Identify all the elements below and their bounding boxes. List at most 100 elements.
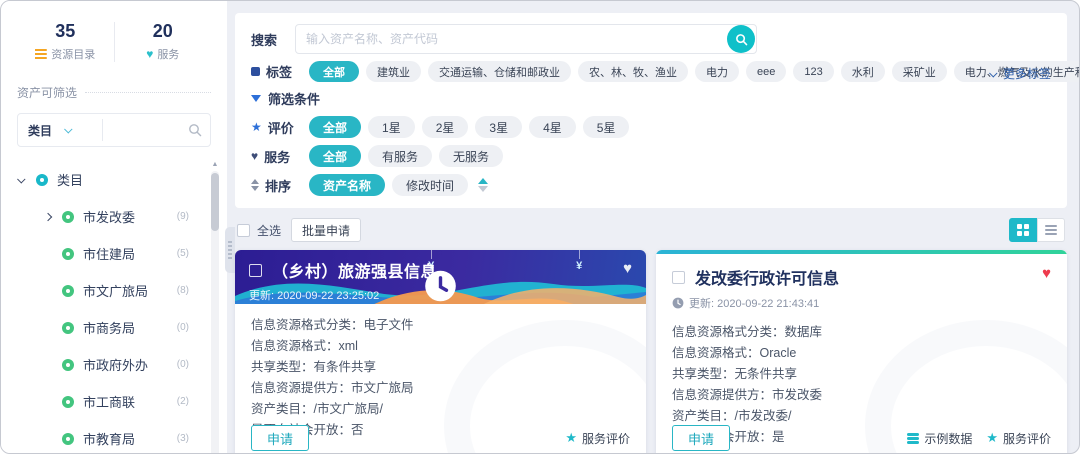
- tree-item[interactable]: 市商务局 (0): [17, 309, 211, 346]
- clock-icon: [672, 297, 684, 309]
- tag-pill[interactable]: 农、林、牧、渔业: [578, 61, 688, 82]
- node-count: (0): [176, 359, 189, 370]
- batch-apply-button[interactable]: 批量申请: [291, 218, 362, 242]
- card-banner: ¥ ¥ ♥ （乡村）旅游强县信息 更新: 2020-09-22 23:25:02: [235, 250, 646, 304]
- chevron-down-icon: [64, 125, 73, 134]
- category-search-input[interactable]: [103, 114, 188, 146]
- select-all-label[interactable]: 全选: [257, 222, 281, 239]
- category-dropdown[interactable]: 类目: [18, 122, 102, 139]
- node-count: (8): [176, 285, 189, 296]
- tree-item[interactable]: 市发改委 (9): [17, 198, 211, 235]
- stat-resource-catalog: 35 资源目录: [17, 21, 114, 62]
- rating-pill[interactable]: 1星: [368, 116, 415, 138]
- tree-item[interactable]: 市教育局 (3): [17, 420, 211, 453]
- expand-chevron-icon[interactable]: [43, 212, 53, 221]
- sort-pill[interactable]: 修改时间: [392, 174, 469, 196]
- grid-view-button[interactable]: [1009, 218, 1037, 242]
- database-icon: [907, 432, 920, 444]
- node-count: (0): [176, 322, 189, 333]
- grid-icon: [1017, 224, 1029, 236]
- apply-button[interactable]: 申请: [672, 425, 731, 451]
- asset-search-input[interactable]: [295, 24, 757, 54]
- node-icon: [62, 321, 74, 334]
- asset-card: 发改委行政许可信息 ♥ 更新: 2020-09-22 21:43:41 信息资源…: [656, 250, 1067, 453]
- service-pill[interactable]: 无服务: [439, 145, 504, 167]
- tag-pill[interactable]: 建筑业: [366, 61, 421, 82]
- sample-data-link[interactable]: 示例数据: [907, 430, 972, 447]
- sidebar-collapse-handle[interactable]: [225, 227, 235, 273]
- favorite-heart-icon[interactable]: ♥: [1042, 265, 1051, 282]
- tree-root-label: 类目: [57, 173, 84, 188]
- tree-item[interactable]: 市文广旅局 (8): [17, 272, 211, 309]
- search-icon: [735, 33, 747, 45]
- stats-bar: 35 资源目录 20 ♥ 服务: [17, 17, 211, 74]
- rating-label: 评价: [267, 120, 294, 136]
- tag-pill[interactable]: 水利: [840, 61, 885, 82]
- search-icon[interactable]: [188, 123, 202, 137]
- conditions-title: 筛选条件: [251, 89, 1051, 108]
- catalog-list-icon: [35, 47, 48, 61]
- sort-label: 排序: [265, 178, 292, 194]
- tree-root-category[interactable]: 类目: [17, 161, 211, 198]
- node-count: (9): [176, 211, 189, 222]
- service-pill[interactable]: 有服务: [368, 145, 433, 167]
- service-rating-link[interactable]: ★ 服务评价: [565, 430, 630, 447]
- service-count: 20: [152, 21, 173, 41]
- tag-pill[interactable]: 123: [793, 61, 834, 82]
- app-window: 35 资源目录 20 ♥ 服务 资产可筛选 类目 类目 市发改委 (9) 市住建…: [0, 0, 1080, 454]
- tag-pill[interactable]: eee: [746, 61, 787, 82]
- search-row: 搜索: [251, 24, 1051, 54]
- root-node-icon: [36, 173, 48, 186]
- card-body: 信息资源格式分类：电子文件 信息资源格式：xml 共享类型：有条件共享 信息资源…: [235, 304, 646, 441]
- sort-pill[interactable]: 资产名称: [309, 174, 386, 196]
- card-checkbox[interactable]: [672, 270, 685, 284]
- chevron-down-icon: [989, 68, 998, 78]
- collapse-chevron-icon[interactable]: [17, 174, 26, 184]
- select-all-checkbox[interactable]: [237, 223, 250, 237]
- catalog-label: 资源目录: [51, 49, 96, 61]
- rating-pill[interactable]: 全部: [309, 116, 362, 138]
- scrollbar-thumb[interactable]: [211, 173, 219, 231]
- category-filter-box: 类目: [17, 113, 211, 147]
- tag-pill[interactable]: 电力: [695, 61, 739, 82]
- service-label: 服务: [157, 49, 180, 61]
- apply-button[interactable]: 申请: [251, 425, 310, 451]
- asset-card: ¥ ¥ ♥ （乡村）旅游强县信息 更新: 2020-09-22 23:25:02: [235, 250, 646, 453]
- star-icon: ★: [251, 120, 262, 134]
- card-field: 信息资源提供方：市文广旅局: [251, 381, 414, 395]
- tree-scrollbar[interactable]: ▲ ▼: [211, 161, 219, 453]
- filter-panel: 搜索 标签 全部: [235, 13, 1079, 208]
- tags-row: 标签 全部 建筑业 交通运输、仓储和邮政业 农、林、牧、渔业 电力 eee 12…: [251, 61, 1079, 82]
- rating-pill[interactable]: 3星: [475, 116, 523, 138]
- search-label: 搜索: [251, 32, 278, 48]
- search-button[interactable]: [727, 25, 755, 53]
- rating-pill[interactable]: 2星: [421, 116, 469, 138]
- tree-item[interactable]: 市住建局 (5): [17, 235, 211, 272]
- tag-pill[interactable]: 全部: [309, 61, 359, 82]
- filter-triangle-icon: [251, 95, 261, 102]
- card-field: 资产类目：/市文广旅局/: [251, 402, 383, 416]
- tree-item[interactable]: 市工商联 (2): [17, 383, 211, 420]
- scroll-up-icon[interactable]: ▲: [211, 161, 219, 169]
- rating-pill[interactable]: 4星: [529, 116, 576, 138]
- sort-row: 排序 资产名称 修改时间: [251, 174, 1051, 196]
- card-field: 信息资源格式：Oracle: [672, 346, 797, 360]
- card-title[interactable]: 发改委行政许可信息: [695, 265, 839, 289]
- card-updated: 更新: 2020-09-22 23:25:02: [249, 270, 632, 303]
- category-dropdown-value: 类目: [28, 123, 53, 138]
- tag-pill[interactable]: 采矿业: [891, 61, 947, 82]
- more-tags-link[interactable]: 更多标签: [989, 65, 1051, 82]
- sort-direction-toggle[interactable]: [478, 178, 489, 192]
- service-row: ♥ 服务 全部 有服务 无服务: [251, 145, 1051, 167]
- list-view-button[interactable]: [1037, 218, 1065, 242]
- tag-pill[interactable]: 交通运输、仓储和邮政业: [428, 61, 571, 82]
- service-pill[interactable]: 全部: [309, 145, 362, 167]
- service-rating-link[interactable]: ★ 服务评价: [986, 430, 1051, 447]
- card-field: 共享类型：无条件共享: [672, 367, 798, 381]
- rating-pill[interactable]: 5星: [582, 116, 630, 138]
- service-heart-icon: ♥: [146, 47, 154, 61]
- list-icon: [1045, 223, 1057, 237]
- tree-item[interactable]: 市政府外办 (0): [17, 346, 211, 383]
- favorite-heart-icon[interactable]: ♥: [623, 260, 632, 277]
- node-icon: [62, 358, 74, 371]
